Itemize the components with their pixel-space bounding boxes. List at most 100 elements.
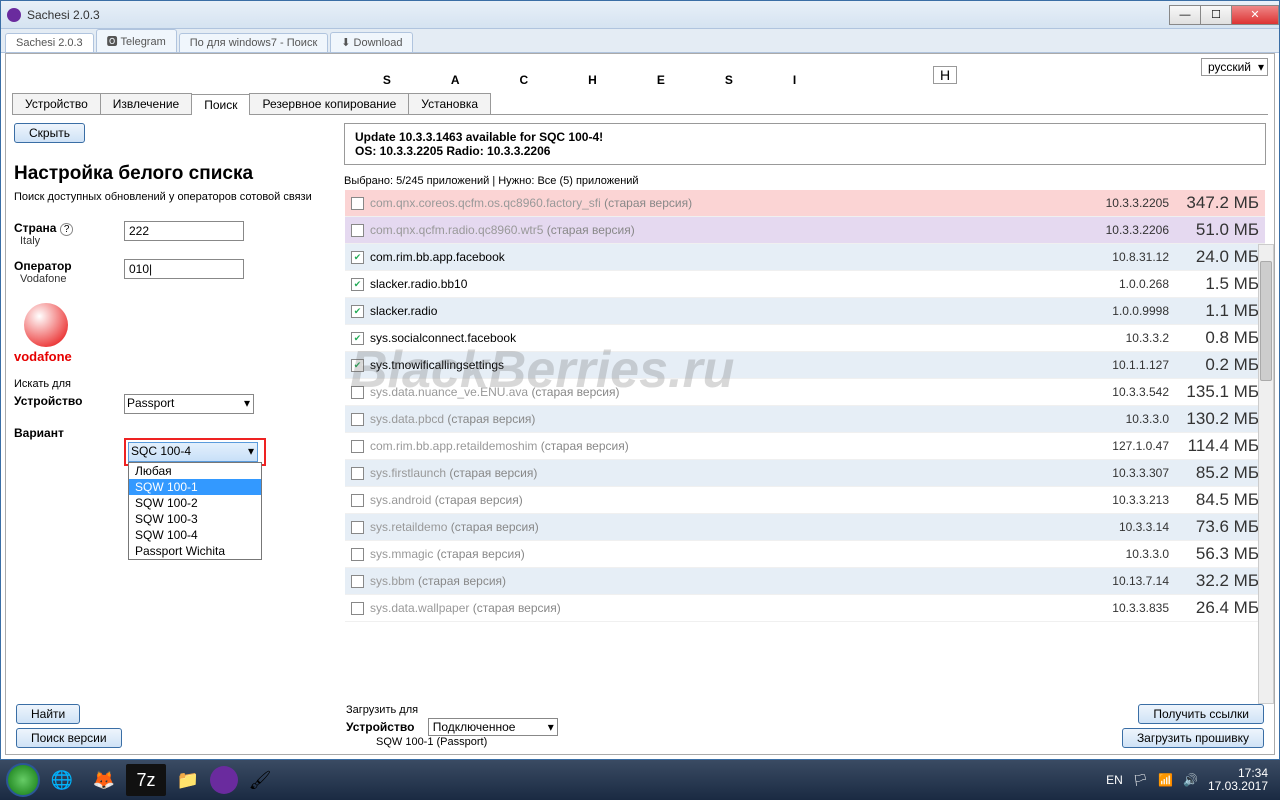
taskbar-sachesi-icon[interactable] xyxy=(210,766,238,794)
list-item[interactable]: sys.retaildemo (старая версия)10.3.3.147… xyxy=(345,514,1265,541)
browser-tab[interactable]: ⬇ Download xyxy=(330,32,413,52)
checkbox[interactable] xyxy=(351,386,364,399)
list-item[interactable]: com.qnx.coreos.qcfm.os.qc8960.factory_sf… xyxy=(345,190,1265,217)
checkbox[interactable] xyxy=(351,494,364,507)
checkbox[interactable]: ✔ xyxy=(351,332,364,345)
get-links-button[interactable]: Получить ссылки xyxy=(1138,704,1264,724)
help-icon[interactable]: ? xyxy=(60,223,74,236)
app-version: 127.1.0.47 xyxy=(1079,439,1169,453)
tab-Резервное копирование[interactable]: Резервное копирование xyxy=(249,93,409,114)
scrollbar-thumb[interactable] xyxy=(1260,261,1272,381)
list-item[interactable]: ✔sys.socialconnect.facebook10.3.3.20.8 М… xyxy=(345,325,1265,352)
checkbox[interactable]: ✔ xyxy=(351,251,364,264)
checkbox[interactable] xyxy=(351,575,364,588)
tab-Устройство[interactable]: Устройство xyxy=(12,93,101,114)
app-list[interactable]: com.qnx.coreos.qcfm.os.qc8960.factory_sf… xyxy=(344,189,1266,687)
tab-Установка[interactable]: Установка xyxy=(408,93,491,114)
checkbox[interactable]: ✔ xyxy=(351,278,364,291)
list-item[interactable]: sys.bbm (старая версия)10.13.7.1432.2 МБ xyxy=(345,568,1265,595)
title-help-button[interactable]: H xyxy=(933,66,957,84)
scrollbar[interactable] xyxy=(1258,244,1274,704)
checkbox[interactable] xyxy=(351,548,364,561)
operator-input[interactable] xyxy=(124,259,244,279)
tray-network-icon[interactable]: 📶 xyxy=(1158,773,1173,787)
browser-tab[interactable]: 🅾 Telegram xyxy=(96,29,177,52)
app-name: sys.bbm (старая версия) xyxy=(370,574,1079,588)
list-item[interactable]: com.rim.bb.app.retaildemoshim (старая ве… xyxy=(345,433,1265,460)
browser-tab[interactable]: По для windows7 - Поиск xyxy=(179,33,329,52)
app-name: sys.socialconnect.facebook xyxy=(370,331,1079,345)
taskbar-gimp-icon[interactable]: 🖌 xyxy=(240,764,280,796)
tray-clock[interactable]: 17:3417.03.2017 xyxy=(1208,767,1274,793)
variant-option[interactable]: Passport Wichita xyxy=(129,543,261,559)
maximize-button[interactable]: ☐ xyxy=(1200,5,1232,25)
list-item[interactable]: sys.data.pbcd (старая версия)10.3.3.0130… xyxy=(345,406,1265,433)
footer-device-select[interactable]: Подключенное xyxy=(428,718,558,736)
app-version: 10.3.3.835 xyxy=(1079,601,1169,615)
country-label: Страна xyxy=(14,221,56,235)
whitelist-sub: Поиск доступных обновлений у операторов … xyxy=(14,191,334,203)
variant-option[interactable]: SQW 100-3 xyxy=(129,511,261,527)
app-version: 10.3.3.2205 xyxy=(1079,196,1169,210)
variant-option[interactable]: SQW 100-2 xyxy=(129,495,261,511)
footer-device-label: Устройство xyxy=(346,720,414,734)
checkbox[interactable] xyxy=(351,224,364,237)
browser-tabstrip: Sachesi 2.0.3🅾 TelegramПо для windows7 -… xyxy=(1,29,1279,53)
variant-option[interactable]: Любая xyxy=(129,463,261,479)
tab-Извлечение[interactable]: Извлечение xyxy=(100,93,192,114)
checkbox[interactable] xyxy=(351,602,364,615)
app-size: 135.1 МБ xyxy=(1169,382,1259,402)
list-item[interactable]: sys.data.wallpaper (старая версия)10.3.3… xyxy=(345,595,1265,622)
app-name: com.rim.bb.app.retaildemoshim (старая ве… xyxy=(370,439,1079,453)
country-input[interactable] xyxy=(124,221,244,241)
list-item[interactable]: com.qnx.qcfm.radio.qc8960.wtr5 (старая в… xyxy=(345,217,1265,244)
variant-option[interactable]: SQW 100-4 xyxy=(129,527,261,543)
list-item[interactable]: sys.data.nuance_ve.ENU.ava (старая верси… xyxy=(345,379,1265,406)
list-item[interactable]: sys.android (старая версия)10.3.3.21384.… xyxy=(345,487,1265,514)
close-button[interactable]: ✕ xyxy=(1231,5,1279,25)
app-name: slacker.radio.bb10 xyxy=(370,277,1079,291)
variant-select[interactable]: SQC 100-4 xyxy=(128,442,258,462)
taskbar[interactable]: 🌐 🦊 7z 📁 🖌 EN 🏳 📶 🔊 17:3417.03.2017 xyxy=(0,760,1280,800)
app-version: 10.13.7.14 xyxy=(1079,574,1169,588)
taskbar-7z-icon[interactable]: 7z xyxy=(126,764,166,796)
download-firmware-button[interactable]: Загрузить прошивку xyxy=(1122,728,1264,748)
find-version-button[interactable]: Поиск версии xyxy=(16,728,122,748)
taskbar-explorer-icon[interactable]: 📁 xyxy=(168,764,208,796)
tray-volume-icon[interactable]: 🔊 xyxy=(1183,773,1198,787)
browser-tab[interactable]: Sachesi 2.0.3 xyxy=(5,33,94,52)
app-size: 56.3 МБ xyxy=(1169,544,1259,564)
checkbox[interactable]: ✔ xyxy=(351,359,364,372)
variant-option[interactable]: SQW 100-1 xyxy=(129,479,261,495)
taskbar-chrome-icon[interactable]: 🌐 xyxy=(42,764,82,796)
app-name: sys.tmowificallingsettings xyxy=(370,358,1079,372)
variant-dropdown[interactable]: ЛюбаяSQW 100-1SQW 100-2SQW 100-3SQW 100-… xyxy=(128,462,262,560)
taskbar-firefox-icon[interactable]: 🦊 xyxy=(84,764,124,796)
list-item[interactable]: ✔com.rim.bb.app.facebook10.8.31.1224.0 М… xyxy=(345,244,1265,271)
variant-dropdown-highlight: SQC 100-4 ЛюбаяSQW 100-1SQW 100-2SQW 100… xyxy=(124,438,266,466)
list-item[interactable]: ✔slacker.radio1.0.0.99981.1 МБ xyxy=(345,298,1265,325)
language-select[interactable]: русский xyxy=(1201,58,1268,76)
tray-lang[interactable]: EN xyxy=(1106,773,1123,787)
app-version: 1.0.0.268 xyxy=(1079,277,1169,291)
list-item[interactable]: sys.mmagic (старая версия)10.3.3.056.3 М… xyxy=(345,541,1265,568)
checkbox[interactable] xyxy=(351,413,364,426)
window-title: Sachesi 2.0.3 xyxy=(27,8,100,22)
app-icon xyxy=(7,8,21,22)
minimize-button[interactable]: — xyxy=(1169,5,1201,25)
list-item[interactable]: ✔slacker.radio.bb101.0.0.2681.5 МБ xyxy=(345,271,1265,298)
device-select[interactable]: Passport xyxy=(124,394,254,414)
tray-flag-icon[interactable]: 🏳 xyxy=(1133,773,1148,787)
checkbox[interactable] xyxy=(351,467,364,480)
list-item[interactable]: sys.firstlaunch (старая версия)10.3.3.30… xyxy=(345,460,1265,487)
checkbox[interactable] xyxy=(351,197,364,210)
app-version: 10.1.1.127 xyxy=(1079,358,1169,372)
start-button[interactable] xyxy=(6,763,40,797)
find-button[interactable]: Найти xyxy=(16,704,80,724)
checkbox[interactable] xyxy=(351,521,364,534)
list-item[interactable]: ✔sys.tmowificallingsettings10.1.1.1270.2… xyxy=(345,352,1265,379)
tab-Поиск[interactable]: Поиск xyxy=(191,94,250,115)
checkbox[interactable] xyxy=(351,440,364,453)
checkbox[interactable]: ✔ xyxy=(351,305,364,318)
hide-button[interactable]: Скрыть xyxy=(14,123,85,143)
